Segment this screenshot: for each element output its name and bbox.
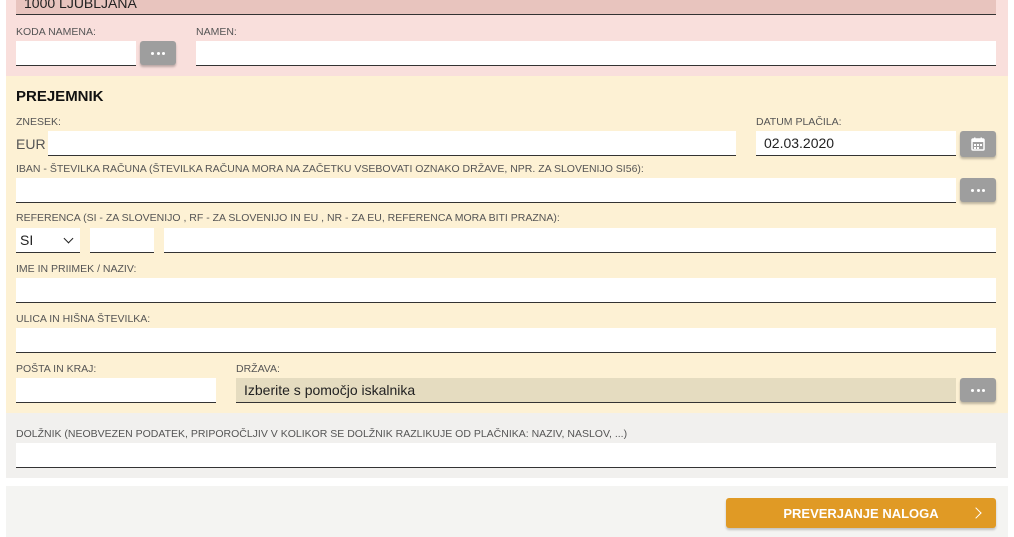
- check-order-button[interactable]: PREVERJANJE NALOGA: [726, 498, 996, 528]
- calendar-button[interactable]: [960, 131, 996, 157]
- currency-label: EUR: [16, 136, 46, 152]
- amount-label: ZNESEK:: [16, 116, 61, 128]
- purpose-code-label: KODA NAMENA:: [16, 26, 96, 38]
- country-input[interactable]: Izberite s pomočjo iskalnika: [236, 378, 956, 403]
- post-input[interactable]: [16, 378, 216, 403]
- purpose-code-lookup-button[interactable]: [140, 41, 176, 65]
- recipient-title: PREJEMNIK: [16, 88, 104, 105]
- iban-lookup-button[interactable]: [960, 178, 996, 202]
- reference-prefix-select[interactable]: SI: [16, 228, 80, 253]
- reference-label: REFERENCA (SI - ZA SLOVENIJO , RF - ZA S…: [16, 212, 560, 224]
- street-input[interactable]: [16, 328, 996, 353]
- chevron-right-icon: [970, 507, 982, 519]
- name-input[interactable]: [16, 278, 996, 303]
- payment-date-input[interactable]: 02.03.2020: [756, 131, 956, 156]
- ellipsis-icon: [151, 51, 155, 55]
- country-label: DRŽAVA:: [236, 363, 280, 375]
- ellipsis-icon: [971, 388, 975, 392]
- check-order-button-label: PREVERJANJE NALOGA: [783, 505, 939, 521]
- debtor-label: DOLŽNIK (NEOBVEZEN PODATEK, PRIPOROČLJIV…: [16, 428, 628, 440]
- debtor-input[interactable]: [16, 443, 996, 468]
- payer-city-field[interactable]: 1000 LJUBLJANA: [16, 0, 996, 15]
- iban-label: IBAN - ŠTEVILKA RAČUNA (ŠTEVILKA RAČUNA …: [16, 163, 644, 175]
- name-label: IME IN PRIIMEK / NAZIV:: [16, 263, 137, 275]
- country-lookup-button[interactable]: [960, 378, 996, 402]
- amount-input[interactable]: [48, 131, 736, 156]
- payment-date-label: DATUM PLAČILA:: [756, 116, 842, 128]
- post-label: POŠTA IN KRAJ:: [16, 363, 97, 375]
- reference-model-input[interactable]: [90, 228, 154, 253]
- purpose-code-input[interactable]: [16, 41, 136, 66]
- calendar-icon: [971, 137, 985, 151]
- reference-prefix-value: SI: [20, 232, 34, 248]
- ellipsis-icon: [971, 188, 975, 192]
- purpose-input[interactable]: [196, 41, 996, 66]
- purpose-label: NAMEN:: [196, 26, 237, 38]
- reference-number-input[interactable]: [164, 228, 996, 253]
- iban-input[interactable]: [16, 178, 956, 203]
- street-label: ULICA IN HIŠNA ŠTEVILKA:: [16, 313, 151, 325]
- chevron-down-icon: [63, 233, 74, 243]
